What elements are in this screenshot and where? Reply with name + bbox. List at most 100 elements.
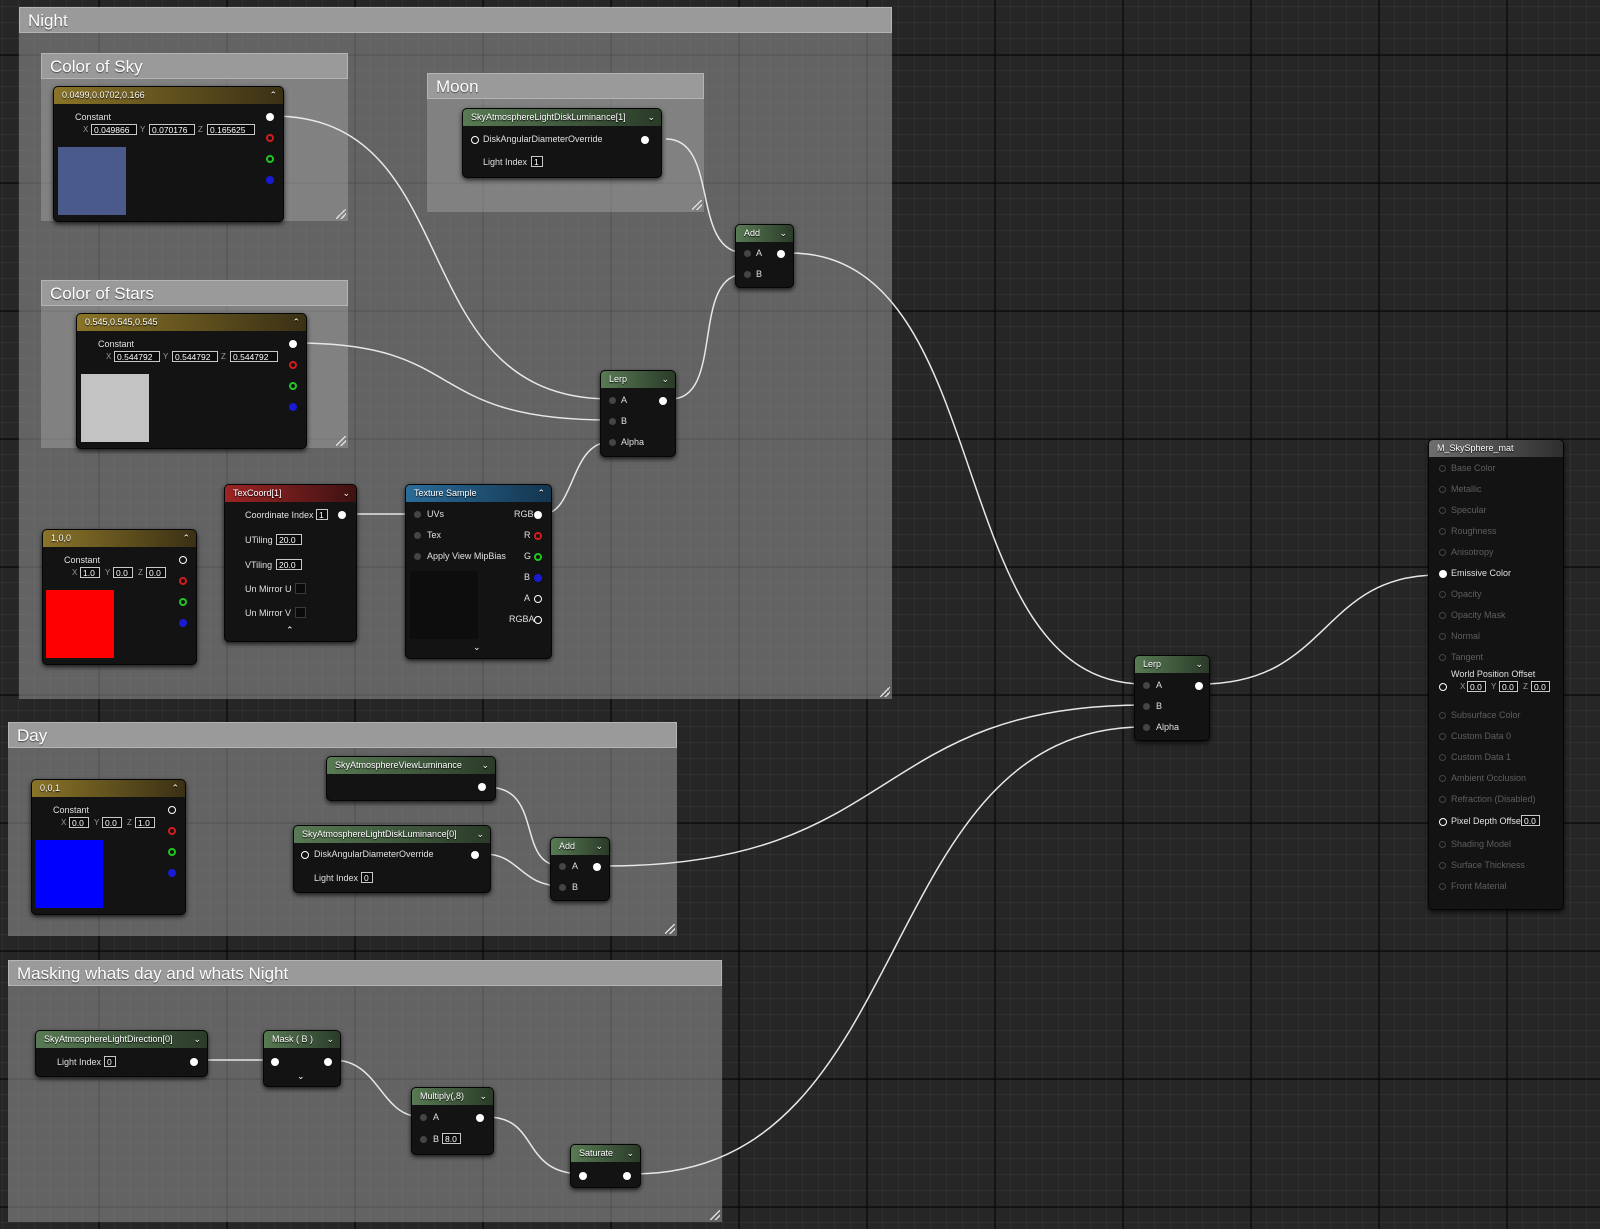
z-field[interactable]: 0.165625	[207, 124, 255, 135]
input-pin-alpha[interactable]	[609, 439, 616, 446]
node-header[interactable]: Multiply(,8) ⌄	[412, 1088, 493, 1105]
output-pin[interactable]	[338, 511, 346, 519]
resize-grip-icon[interactable]	[665, 924, 675, 934]
node-header[interactable]: 0.545,0.545,0.545 ⌃	[77, 314, 306, 331]
constant3vector-stars[interactable]: 0.545,0.545,0.545 ⌃ Constant X 0.544792 Y…	[76, 313, 307, 449]
chevron-down-icon[interactable]: ⌄	[647, 109, 655, 126]
constant3vector-sky[interactable]: 0.0499,0.0702,0.166 ⌃ Constant X 0.049866…	[53, 86, 284, 222]
output-pin-b[interactable]	[266, 176, 274, 184]
output-pin-rgb[interactable]	[534, 511, 542, 519]
output-pin-r[interactable]	[534, 532, 542, 540]
input-pin-b[interactable]	[744, 271, 751, 278]
node-header[interactable]: 1,0,0 ⌃	[43, 530, 196, 547]
node-header[interactable]: Texture Sample ⌃	[406, 485, 551, 502]
output-pin[interactable]	[777, 250, 785, 258]
chevron-down-icon[interactable]: ⌄	[326, 1031, 334, 1048]
input-pin-a[interactable]	[744, 250, 751, 257]
z-field[interactable]: 0.544792	[230, 351, 278, 362]
wpo-z-field[interactable]: 0.0	[1531, 681, 1550, 692]
vtiling-field[interactable]: 20.0	[276, 559, 302, 570]
output-pin-rgba[interactable]	[534, 616, 542, 624]
x-field[interactable]: 0.0	[69, 817, 89, 828]
node-header[interactable]: Saturate ⌄	[571, 1145, 640, 1162]
output-pin[interactable]	[471, 851, 479, 859]
x-field[interactable]: 0.049866	[91, 124, 137, 135]
output-pin-b[interactable]	[534, 574, 542, 582]
output-pin-b[interactable]	[168, 869, 176, 877]
resize-grip-icon[interactable]	[336, 209, 346, 219]
input-pin-specular[interactable]	[1439, 507, 1446, 514]
node-header[interactable]: Mask ( B ) ⌄	[264, 1031, 340, 1048]
resize-grip-icon[interactable]	[710, 1210, 720, 1220]
collapse-icon[interactable]: ⌃	[537, 485, 545, 502]
lerp-node-night[interactable]: Lerp ⌄ A B Alpha	[600, 370, 676, 457]
output-pin[interactable]	[659, 397, 667, 405]
chevron-down-icon[interactable]: ⌄	[481, 757, 489, 774]
chevron-down-icon[interactable]: ⌄	[595, 838, 603, 855]
chevron-down-icon[interactable]: ⌄	[1195, 656, 1203, 673]
output-pin-g[interactable]	[266, 155, 274, 163]
output-pin-rgb[interactable]	[289, 340, 297, 348]
chevron-down-icon[interactable]: ⌄	[342, 485, 350, 502]
output-pin-b[interactable]	[289, 403, 297, 411]
node-header[interactable]: Lerp ⌄	[601, 371, 675, 388]
input-pin-custom-data-0[interactable]	[1439, 733, 1446, 740]
output-pin-r[interactable]	[168, 827, 176, 835]
x-field[interactable]: 0.544792	[114, 351, 160, 362]
input-pin-emissive-color[interactable]	[1439, 570, 1447, 578]
input-pin-refraction[interactable]	[1439, 796, 1446, 803]
output-pin[interactable]	[324, 1058, 332, 1066]
texture-sample-node[interactable]: Texture Sample ⌃ UVs Tex Apply View MipBi…	[405, 484, 552, 659]
node-header[interactable]: 0,0,1 ⌃	[32, 780, 185, 797]
unmirror-v-checkbox[interactable]	[295, 607, 306, 618]
collapse-advanced-icon[interactable]: ⌃	[286, 625, 294, 636]
resize-grip-icon[interactable]	[880, 687, 890, 697]
output-pin-a[interactable]	[534, 595, 542, 603]
output-pin-rgb[interactable]	[179, 556, 187, 564]
input-pin-tangent[interactable]	[1439, 654, 1446, 661]
input-pin-subsurface-color[interactable]	[1439, 712, 1446, 719]
light-index-field[interactable]: 0	[104, 1056, 116, 1067]
y-field[interactable]: 0.070176	[149, 124, 195, 135]
output-pin[interactable]	[641, 136, 649, 144]
input-pin-pixel-depth-offset[interactable]	[1439, 818, 1447, 826]
input-pin-base-color[interactable]	[1439, 465, 1446, 472]
unmirror-u-checkbox[interactable]	[295, 583, 306, 594]
chevron-down-icon[interactable]: ⌄	[193, 1031, 201, 1048]
node-header[interactable]: Add ⌄	[551, 838, 609, 855]
input-pin-b[interactable]	[609, 418, 616, 425]
input-pin[interactable]	[579, 1172, 587, 1180]
input-pin-ambient-occlusion[interactable]	[1439, 775, 1446, 782]
z-field[interactable]: 0.0	[146, 567, 166, 578]
material-graph-canvas[interactable]: Night Color of Sky Moon Color of Stars D…	[0, 0, 1600, 1229]
node-header[interactable]: Lerp ⌄	[1135, 656, 1209, 673]
multiply-node[interactable]: Multiply(,8) ⌄ A B 8.0	[411, 1087, 494, 1155]
collapse-icon[interactable]: ⌃	[171, 780, 179, 797]
chevron-down-icon[interactable]: ⌄	[779, 225, 787, 242]
output-pin-rgb[interactable]	[168, 806, 176, 814]
input-pin-a[interactable]	[1143, 682, 1150, 689]
output-pin-r[interactable]	[266, 134, 274, 142]
collapse-icon[interactable]: ⌃	[269, 87, 277, 104]
light-index-field[interactable]: 0	[361, 872, 373, 883]
sky-light-disk-luminance-sun[interactable]: SkyAtmosphereLightDiskLuminance[0] ⌄ Disk…	[293, 825, 491, 893]
lerp-node-main[interactable]: Lerp ⌄ A B Alpha	[1134, 655, 1210, 741]
constant3vector-blue[interactable]: 0,0,1 ⌃ Constant X 0.0 Y 0.0 Z 1.0	[31, 779, 186, 915]
node-header[interactable]: TexCoord[1] ⌄	[225, 485, 356, 502]
input-pin-front-material[interactable]	[1439, 883, 1446, 890]
input-pin-surface-thickness[interactable]	[1439, 862, 1446, 869]
input-pin-normal[interactable]	[1439, 633, 1446, 640]
add-node-day[interactable]: Add ⌄ A B	[550, 837, 610, 901]
texcoord-node[interactable]: TexCoord[1] ⌄ Coordinate Index 1 UTiling …	[224, 484, 357, 642]
y-field[interactable]: 0.544792	[172, 351, 218, 362]
input-pin-a[interactable]	[609, 397, 616, 404]
input-pin-opacity-mask[interactable]	[1439, 612, 1446, 619]
z-field[interactable]: 1.0	[135, 817, 155, 828]
coordinate-index-field[interactable]: 1	[316, 509, 328, 520]
node-header[interactable]: SkyAtmosphereLightDirection[0] ⌄	[36, 1031, 207, 1048]
add-node-night[interactable]: Add ⌄ A B	[735, 224, 794, 288]
output-pin[interactable]	[478, 783, 486, 791]
node-header[interactable]: SkyAtmosphereViewLuminance ⌄	[327, 757, 495, 774]
sky-light-disk-luminance-moon[interactable]: SkyAtmosphereLightDiskLuminance[1] ⌄ Disk…	[462, 108, 662, 178]
wpo-y-field[interactable]: 0.0	[1499, 681, 1518, 692]
